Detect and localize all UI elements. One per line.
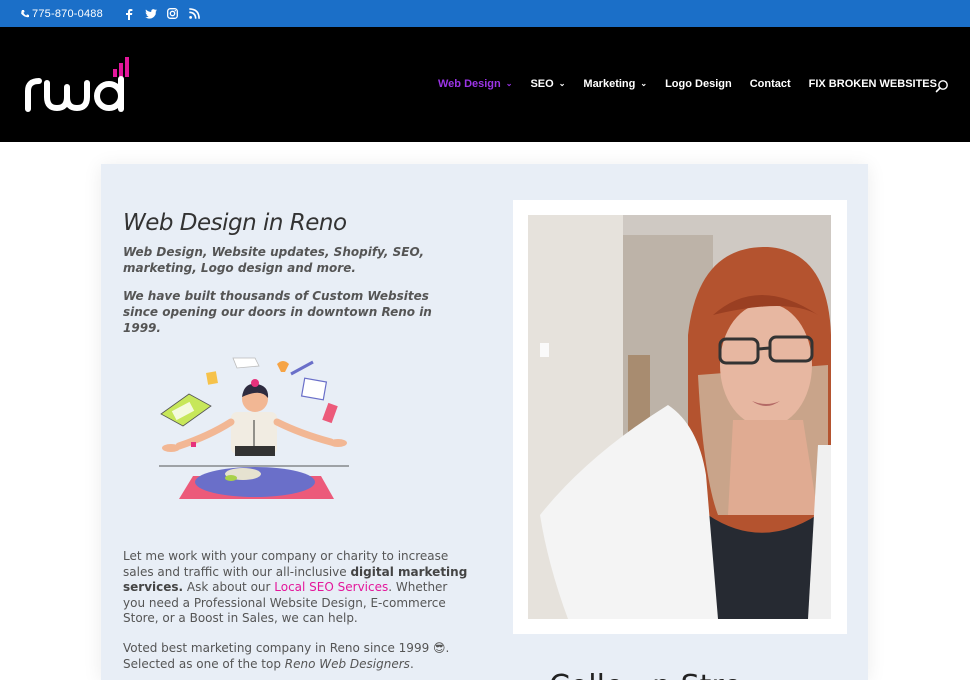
nav-label: FIX BROKEN WEBSITES [808, 78, 937, 90]
meditation-illustration [159, 357, 349, 499]
awards-period: . [409, 656, 414, 671]
nav-logo-design[interactable]: Logo Design [665, 78, 732, 90]
nav-label: Contact [749, 78, 791, 90]
intro-history: We have built thousands of Custom Websit… [123, 289, 432, 335]
partial-heading: Colle...n Stre... [549, 669, 770, 680]
services-text-c: Ask about our [183, 580, 275, 594]
page-title: Web Design in Reno [123, 210, 347, 236]
local-seo-link[interactable]: Local SEO Services [274, 580, 388, 594]
facebook-icon[interactable] [123, 8, 135, 20]
nav-label: Logo Design [665, 78, 732, 90]
services-paragraph: Let me work with your company or charity… [123, 549, 468, 627]
nav-marketing[interactable]: Marketing ⌄ [583, 78, 647, 90]
top-bar: 775-870-0488 [0, 0, 970, 27]
hero-text: Web Design in Reno Web Design, Website u… [123, 210, 463, 336]
chevron-down-icon: ⌄ [640, 78, 648, 88]
main-nav: Web Design ⌄ SEO ⌄ Marketing ⌄ Logo Desi… [438, 78, 955, 90]
nav-label: Web Design [438, 78, 501, 90]
chevron-down-icon: ⌄ [505, 78, 513, 88]
awards-text: Selected as one of the top [123, 656, 285, 671]
chevron-down-icon: ⌄ [558, 78, 566, 88]
nav-fix-broken-websites[interactable]: FIX BROKEN WEBSITES [809, 78, 937, 90]
awards-line-1: Voted best marketing company in Reno sin… [123, 641, 450, 655]
awards-emphasis: Reno Web Designers [284, 656, 410, 671]
phone-contact[interactable]: 775-870-0488 [20, 8, 103, 20]
nav-contact[interactable]: Contact [750, 78, 791, 90]
nav-label: SEO [530, 78, 554, 90]
site-header: Web Design ⌄ SEO ⌄ Marketing ⌄ Logo Desi… [0, 27, 970, 142]
nav-label: Marketing [583, 78, 636, 90]
portrait-photo [528, 215, 831, 619]
intro-text: Web Design, Website updates, Shopify, SE… [123, 245, 424, 275]
hero-section: Web Design in Reno Web Design, Website u… [101, 164, 868, 680]
twitter-icon[interactable] [144, 8, 157, 20]
nav-web-design[interactable]: Web Design ⌄ [438, 78, 512, 90]
search-icon[interactable] [935, 79, 949, 93]
portrait-frame [513, 200, 847, 634]
awards-line-2: Selected as one of the top Reno Web Desi… [123, 657, 468, 673]
phone-number: 775-870-0488 [32, 7, 103, 20]
site-logo[interactable] [25, 57, 135, 113]
instagram-icon[interactable] [167, 8, 179, 20]
awards-paragraph: Voted best marketing company in Reno sin… [123, 641, 468, 672]
social-links [123, 8, 201, 20]
nav-seo[interactable]: SEO ⌄ [530, 78, 565, 90]
phone-icon [21, 9, 29, 17]
rss-icon[interactable] [189, 8, 201, 20]
